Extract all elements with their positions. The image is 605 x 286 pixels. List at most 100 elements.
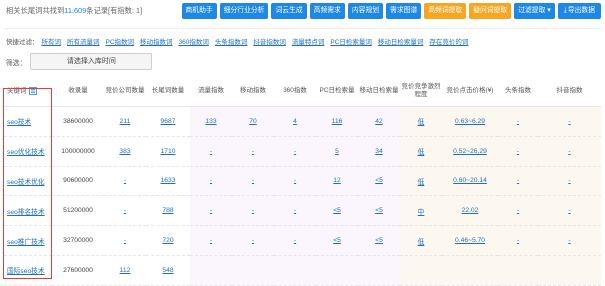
bid-companies-link[interactable]: 383 bbox=[119, 148, 130, 155]
toutiao-cell: - bbox=[498, 136, 538, 167]
industry-analysis-button[interactable]: 细分行业分析 bbox=[219, 3, 269, 19]
toutiao-link[interactable]: - bbox=[517, 177, 519, 184]
col-indexed[interactable]: 收录量 bbox=[52, 76, 104, 107]
quick-filter-traffic[interactable]: 所有流量词 bbox=[67, 36, 100, 46]
mobile-link[interactable]: - bbox=[252, 237, 254, 244]
quick-filter-bidding[interactable]: 存在竞价的词 bbox=[429, 36, 468, 46]
idx360-link[interactable]: - bbox=[294, 237, 296, 244]
competition-link[interactable]: 低 bbox=[418, 239, 425, 246]
col-mobile[interactable]: 移动指数 bbox=[232, 76, 274, 107]
col-toutiao[interactable]: 头条指数 bbox=[498, 76, 538, 107]
mobile-daily-link[interactable]: <5 bbox=[375, 237, 383, 244]
traffic-link[interactable]: - bbox=[210, 237, 212, 244]
export-button[interactable]: ⤓导出数据 bbox=[557, 3, 601, 19]
douyin-link[interactable]: - bbox=[568, 207, 570, 214]
competition-link[interactable]: 低 bbox=[418, 119, 425, 126]
quick-filter-pc-index[interactable]: PC指数词 bbox=[106, 36, 135, 46]
mobile-daily-link[interactable]: <5 bbox=[375, 177, 383, 184]
quick-filter-all[interactable]: 所有词 bbox=[42, 36, 62, 46]
high-freq-extract-button[interactable]: 高频词提取 bbox=[424, 3, 467, 19]
douyin-link[interactable]: - bbox=[568, 237, 570, 244]
competition-link[interactable]: 中 bbox=[418, 209, 425, 216]
toolbar: 商机助手 细分行业分析 词云生成 高频需求 内容规划 需求图谱 高频词提取 疑问… bbox=[181, 3, 601, 19]
traffic-link[interactable]: - bbox=[210, 148, 212, 155]
quick-filter-pc-daily[interactable]: PC日检索量词 bbox=[330, 36, 372, 46]
douyin-link[interactable]: - bbox=[568, 177, 570, 184]
pc-daily-link[interactable]: 5 bbox=[335, 148, 339, 155]
idx360-link[interactable]: - bbox=[294, 207, 296, 214]
col-price[interactable]: 竞价点击价格(¥) bbox=[442, 76, 498, 107]
mobile-link[interactable]: - bbox=[252, 177, 254, 184]
demand-graph-button[interactable]: 需求图谱 bbox=[386, 3, 422, 19]
keyword-link[interactable]: seo技术 bbox=[7, 119, 31, 126]
quick-filter-360-index[interactable]: 360指数词 bbox=[179, 36, 209, 46]
table-icon[interactable] bbox=[28, 86, 37, 95]
quick-filter-mobile-index[interactable]: 移动指数词 bbox=[140, 36, 173, 46]
idx360-link[interactable]: 4 bbox=[293, 118, 297, 125]
col-longtail[interactable]: 长尾词数量 bbox=[146, 76, 190, 107]
idx360-link[interactable]: - bbox=[294, 177, 296, 184]
longtail-link[interactable]: 9687 bbox=[161, 118, 176, 125]
mobile-link[interactable]: - bbox=[252, 148, 254, 155]
business-assistant-button[interactable]: 商机助手 bbox=[181, 3, 217, 19]
traffic-link[interactable]: 133 bbox=[205, 118, 216, 125]
competition-link[interactable]: 低 bbox=[418, 149, 425, 156]
price-link[interactable]: 0.60~20.14 bbox=[453, 177, 487, 184]
content-planning-button[interactable]: 内容规划 bbox=[347, 3, 384, 19]
pc-daily-link[interactable]: <5 bbox=[333, 237, 341, 244]
mobile-daily-link[interactable]: <5 bbox=[375, 207, 383, 214]
toutiao-link[interactable]: - bbox=[517, 237, 519, 244]
col-douyin[interactable]: 抖音指数 bbox=[538, 76, 601, 107]
col-360[interactable]: 360指数 bbox=[274, 76, 316, 107]
quick-filter-toutiao-index[interactable]: 头条指数词 bbox=[215, 36, 248, 46]
quick-filter-traffic-feature[interactable]: 流量特点词 bbox=[292, 36, 325, 46]
keyword-link[interactable]: seo推广技术 bbox=[7, 239, 45, 246]
question-extract-button[interactable]: 疑问词提取 bbox=[469, 3, 512, 19]
bid-companies-link[interactable]: - bbox=[124, 237, 126, 244]
longtail-link[interactable]: 720 bbox=[162, 237, 173, 244]
toutiao-link[interactable]: - bbox=[517, 207, 519, 214]
filter-extract-dropdown[interactable]: 过滤提取 ▾ bbox=[514, 3, 555, 19]
pc-daily-link[interactable]: <5 bbox=[333, 207, 341, 214]
pc-daily-link[interactable]: 116 bbox=[332, 118, 343, 125]
longtail-link[interactable]: 548 bbox=[162, 267, 173, 274]
high-freq-demand-button[interactable]: 高频需求 bbox=[309, 3, 345, 19]
col-pc-daily[interactable]: PC日检索量 bbox=[316, 76, 358, 107]
keyword-link[interactable]: 国际seo技术 bbox=[7, 268, 45, 275]
traffic-link[interactable]: - bbox=[210, 177, 212, 184]
mobile-link[interactable]: - bbox=[252, 207, 254, 214]
bid-companies-link[interactable]: 211 bbox=[120, 118, 131, 125]
col-competition[interactable]: 竞价竞争激烈程度 bbox=[400, 76, 442, 107]
word-cloud-button[interactable]: 词云生成 bbox=[271, 3, 307, 19]
toutiao-link[interactable]: - bbox=[517, 148, 519, 155]
price-link[interactable]: 0.46~5.70 bbox=[455, 237, 485, 244]
traffic-link[interactable]: - bbox=[210, 207, 212, 214]
mobile-daily-link[interactable]: 34 bbox=[375, 148, 382, 155]
competition-link[interactable]: 低 bbox=[418, 179, 425, 186]
mobile-link[interactable]: 70 bbox=[249, 118, 256, 125]
quick-filter-mobile-daily[interactable]: 移动日检索量词 bbox=[378, 36, 424, 46]
idx360-link[interactable]: - bbox=[294, 148, 296, 155]
mobile-daily-link[interactable]: 42 bbox=[375, 118, 382, 125]
longtail-link[interactable]: 1633 bbox=[161, 177, 176, 184]
quick-filter-douyin-index[interactable]: 抖音指数词 bbox=[253, 36, 286, 46]
douyin-link[interactable]: - bbox=[568, 118, 570, 125]
price-link[interactable]: 0.52~26.29 bbox=[453, 148, 487, 155]
price-link[interactable]: 0.63~6.29 bbox=[455, 118, 485, 125]
douyin-link[interactable]: - bbox=[568, 148, 570, 155]
price-link[interactable]: 22.02 bbox=[462, 207, 479, 214]
col-traffic[interactable]: 流量指数 bbox=[190, 76, 232, 107]
toutiao-link[interactable]: - bbox=[517, 118, 519, 125]
bid-companies-link[interactable]: - bbox=[124, 207, 126, 214]
keyword-link[interactable]: seo优化技术 bbox=[7, 149, 45, 156]
longtail-link[interactable]: 788 bbox=[162, 207, 173, 214]
pc-daily-link[interactable]: 12 bbox=[333, 177, 340, 184]
keyword-link[interactable]: seo排名技术 bbox=[7, 209, 45, 216]
col-bid-companies[interactable]: 竞价公司数量 bbox=[104, 76, 146, 107]
col-mobile-daily[interactable]: 移动日检索量 bbox=[358, 76, 400, 107]
date-select-button[interactable]: 请选择入库时间 bbox=[30, 53, 153, 70]
keyword-link[interactable]: seo技术优化 bbox=[7, 179, 45, 186]
longtail-link[interactable]: 1710 bbox=[161, 148, 176, 155]
bid-companies-link[interactable]: - bbox=[124, 177, 126, 184]
bid-companies-link[interactable]: 112 bbox=[120, 267, 131, 274]
